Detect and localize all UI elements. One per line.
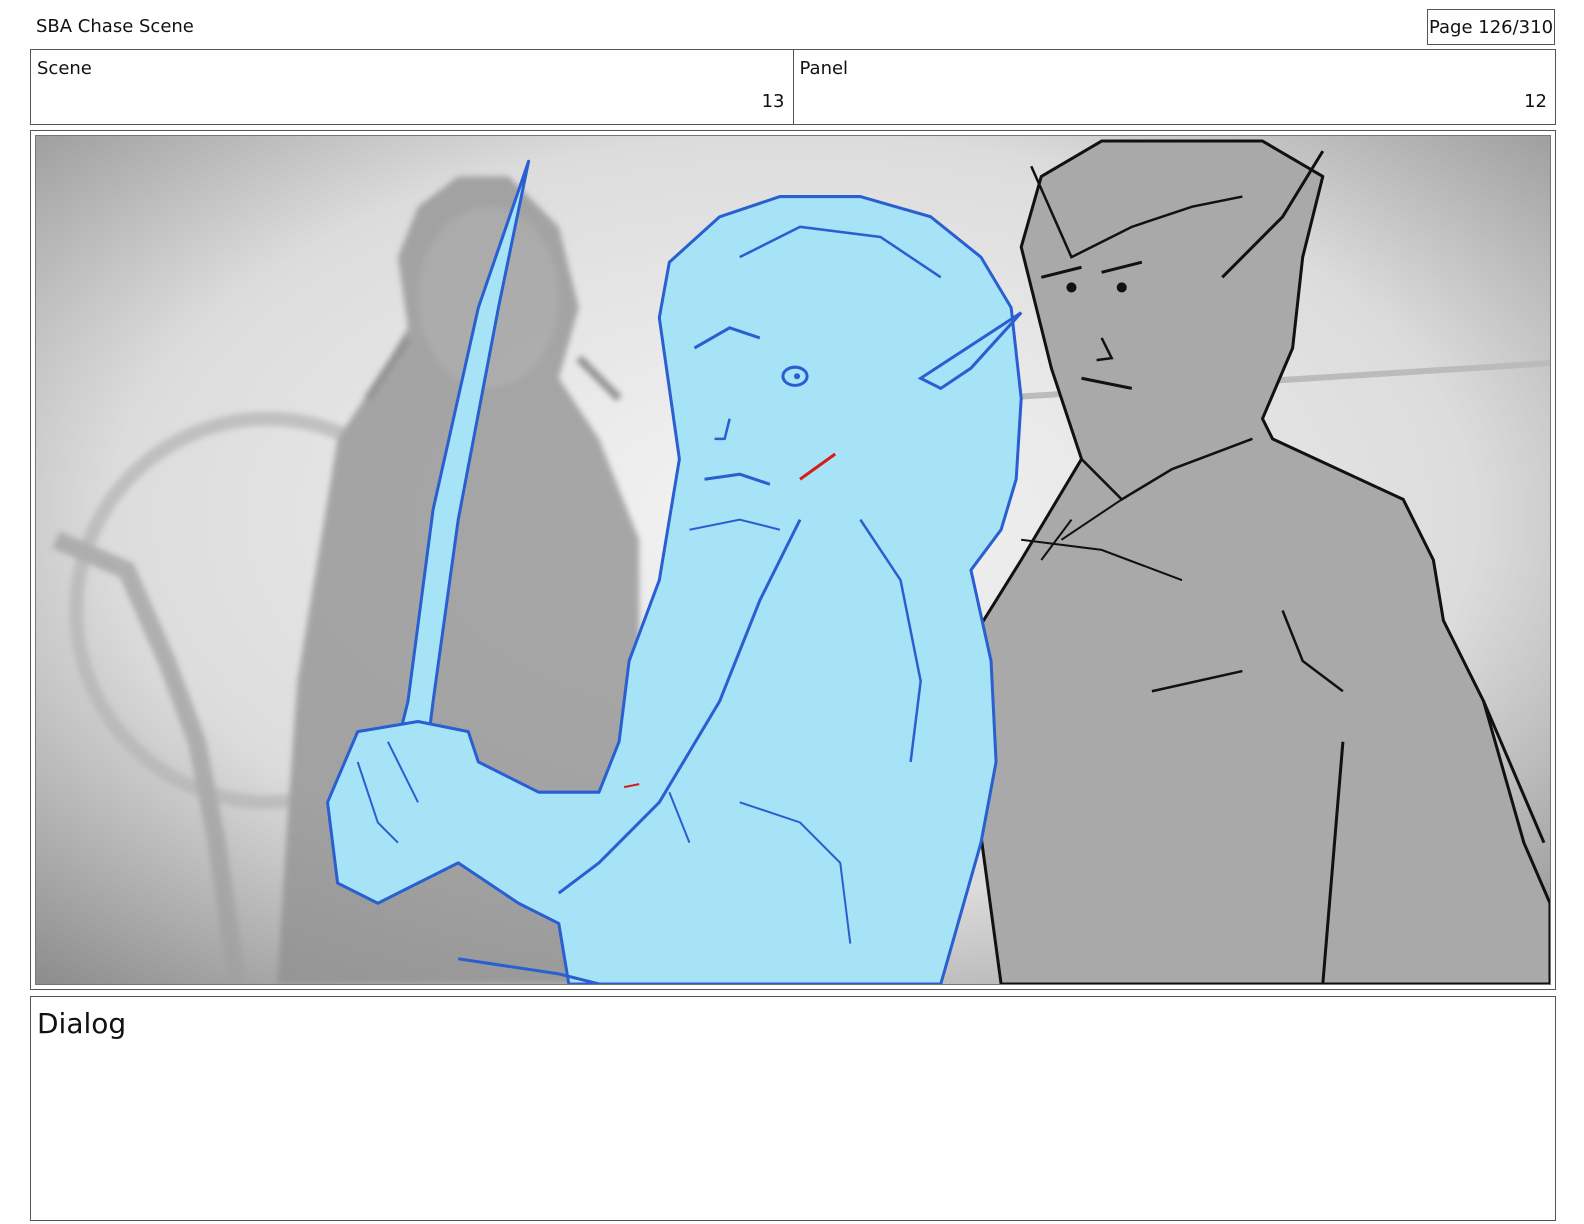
scene-label: Scene [37, 58, 92, 79]
storyboard-frame [30, 130, 1556, 990]
page-number: Page 126/310 [1427, 9, 1555, 45]
scene-number: 13 [761, 91, 785, 112]
scene-cell: Scene 13 [31, 50, 793, 124]
scene-panel-info: Scene 13 Panel 12 [30, 49, 1556, 125]
document-title: SBA Chase Scene [36, 16, 194, 37]
panel-label: Panel [799, 58, 849, 79]
storyboard-sketch [36, 136, 1550, 984]
dialog-label: Dialog [37, 1007, 127, 1040]
storyboard-panel-image [35, 135, 1551, 985]
panel-number: 12 [1524, 91, 1547, 112]
dialog-box: Dialog [30, 996, 1556, 1221]
panel-cell: Panel 12 [792, 50, 1556, 124]
